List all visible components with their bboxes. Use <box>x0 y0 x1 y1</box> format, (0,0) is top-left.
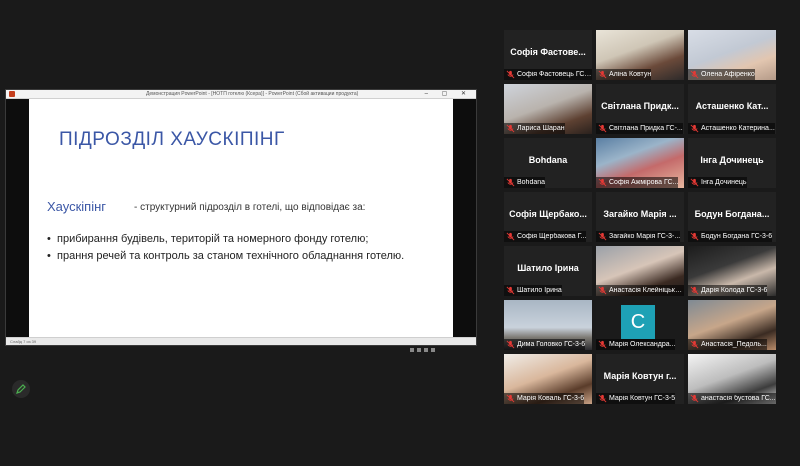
participant-name-label: Софія Щербакова Г... <box>504 231 587 242</box>
bullet-item: • прання речей та контроль за станом техн… <box>47 250 405 262</box>
slide: ПІДРОЗДІЛ ХАУСКІПІНГ Хаускіпінг - структ… <box>29 99 453 337</box>
participant-tile[interactable]: C Марія Олександра... <box>596 300 684 350</box>
muted-mic-icon <box>598 70 607 79</box>
muted-mic-icon <box>598 286 607 295</box>
participant-name-label: Марія Ковтун ГС-3-5 <box>596 393 676 404</box>
participant-tile[interactable]: Загайко Марія ... Загайко Марія ГС-3-... <box>596 192 684 242</box>
participant-tile[interactable]: Анастасія Клейніцька ... <box>596 246 684 296</box>
participant-display-name: Шатило Ірина <box>517 263 579 273</box>
pen-icon <box>16 384 26 394</box>
bullet-item: • прибирання будівель, територій та номер… <box>47 233 369 245</box>
participant-tile[interactable]: Дарія Колода ГС-3-6 <box>688 246 776 296</box>
participant-name-label: Загайко Марія ГС-3-... <box>596 231 681 242</box>
muted-mic-icon <box>598 232 607 241</box>
participant-tile[interactable]: Олена Афіренко <box>688 30 776 80</box>
participant-tile[interactable]: Софія Фастове... Софія Фастовець ГС-3-7 <box>504 30 592 80</box>
avatar: C <box>621 305 655 339</box>
view-buttons[interactable] <box>410 339 470 352</box>
participant-tile[interactable]: Дима Головко ГС-3-6 <box>504 300 592 350</box>
participant-tile[interactable]: Шатило Ірина Шатило Ірина <box>504 246 592 296</box>
muted-mic-icon <box>506 124 515 133</box>
participant-display-name: Марія Ковтун г... <box>603 371 677 381</box>
participant-name-label: Марія Коваль ГС-3-6 <box>504 393 585 404</box>
participant-display-name: Bohdana <box>528 155 568 165</box>
participant-name-label: Інга Дочинець <box>688 177 747 188</box>
slide-bullets: • прибирання будівель, територій та номер… <box>47 233 437 267</box>
muted-mic-icon <box>598 340 607 349</box>
participant-name-label: Марія Олександра... <box>596 339 676 350</box>
participant-name-label: Анастасія_Педоль... <box>688 339 767 350</box>
participant-name-label: Дима Головко ГС-3-6 <box>504 339 586 350</box>
slide-term: Хаускіпінг <box>47 199 107 214</box>
muted-mic-icon <box>506 340 515 349</box>
participant-tile[interactable]: Анастасія_Педоль... <box>688 300 776 350</box>
muted-mic-icon <box>690 124 699 133</box>
muted-mic-icon <box>506 178 515 187</box>
muted-mic-icon <box>690 70 699 79</box>
slide-counter: Слайд 7 из 39 <box>10 339 37 344</box>
participant-name-label: Шатило Ірина <box>504 285 562 296</box>
ppt-window-title: Демонстрация PowerPoint - [НОТП готелю (… <box>146 91 359 97</box>
slide-title: ПІДРОЗДІЛ ХАУСКІПІНГ <box>59 129 285 150</box>
participant-name-label: Софія Фастовець ГС-3-7 <box>504 69 592 80</box>
participant-tile[interactable]: Марія Ковтун г... Марія Ковтун ГС-3-5 <box>596 354 684 404</box>
participant-name-label: Лариса Шаран <box>504 123 565 134</box>
participant-tile[interactable]: Інга Дочинець Інга Дочинець <box>688 138 776 188</box>
muted-mic-icon <box>690 340 699 349</box>
participant-tile[interactable]: Світлана Придк... Світлана Придка ГС-... <box>596 84 684 134</box>
participant-display-name: Софія Фастове... <box>510 47 586 57</box>
participant-display-name: Світлана Придк... <box>601 101 679 111</box>
participant-name-label: анастасія бустова ГС... <box>688 393 776 404</box>
participant-name-label: Олена Афіренко <box>688 69 755 80</box>
participant-tile[interactable]: Bohdana Bohdana <box>504 138 592 188</box>
muted-mic-icon <box>506 394 515 403</box>
ppt-title-bar: Демонстрация PowerPoint - [НОТП готелю (… <box>6 90 476 99</box>
muted-mic-icon <box>690 232 699 241</box>
participant-name-label: Аліна Ковтун <box>596 69 652 80</box>
participant-name-label: Бодун Богдана ГС-3-6 <box>688 231 773 242</box>
shared-screen: Демонстрация PowerPoint - [НОТП готелю (… <box>5 89 477 352</box>
participant-tile[interactable]: Марія Коваль ГС-3-6 <box>504 354 592 404</box>
muted-mic-icon <box>506 232 515 241</box>
participant-name-label: Дарія Колода ГС-3-6 <box>688 285 768 296</box>
participant-name-label: Анастасія Клейніцька ... <box>596 285 684 296</box>
muted-mic-icon <box>690 394 699 403</box>
participant-display-name: Загайко Марія ... <box>603 209 677 219</box>
muted-mic-icon <box>598 394 607 403</box>
participant-tile[interactable]: анастасія бустова ГС... <box>688 354 776 404</box>
annotate-pen-button[interactable] <box>12 380 30 398</box>
participant-name-label: Асташенко Катерина... <box>688 123 775 134</box>
participant-name-label: Світлана Придка ГС-... <box>596 123 683 134</box>
muted-mic-icon <box>690 286 699 295</box>
participant-display-name: Асташенко Кат... <box>695 101 769 111</box>
muted-mic-icon <box>506 70 515 79</box>
participant-display-name: Інга Дочинець <box>700 155 764 165</box>
participant-tile[interactable]: Софія Ажмірова ГС... <box>596 138 684 188</box>
window-controls[interactable]: – ▢ ✕ <box>425 90 472 98</box>
muted-mic-icon <box>598 178 607 187</box>
participant-tile[interactable]: Бодун Богдана... Бодун Богдана ГС-3-6 <box>688 192 776 242</box>
slide-definition: - структурний підрозділ в готелі, що від… <box>134 202 366 213</box>
participant-display-name: Софія Щербако... <box>509 209 587 219</box>
muted-mic-icon <box>598 124 607 133</box>
participant-tile[interactable]: Лариса Шаран <box>504 84 592 134</box>
participant-tile[interactable]: Аліна Ковтун <box>596 30 684 80</box>
muted-mic-icon <box>506 286 515 295</box>
participant-tile[interactable]: Софія Щербако... Софія Щербакова Г... <box>504 192 592 242</box>
powerpoint-icon <box>9 91 15 97</box>
muted-mic-icon <box>690 178 699 187</box>
participant-tile[interactable]: Асташенко Кат... Асташенко Катерина... <box>688 84 776 134</box>
participant-display-name: Бодун Богдана... <box>694 209 770 219</box>
ppt-status-bar: Слайд 7 из 39 <box>6 337 476 352</box>
participant-name-label: Bohdana <box>504 177 546 188</box>
participant-name-label: Софія Ажмірова ГС... <box>596 177 679 188</box>
